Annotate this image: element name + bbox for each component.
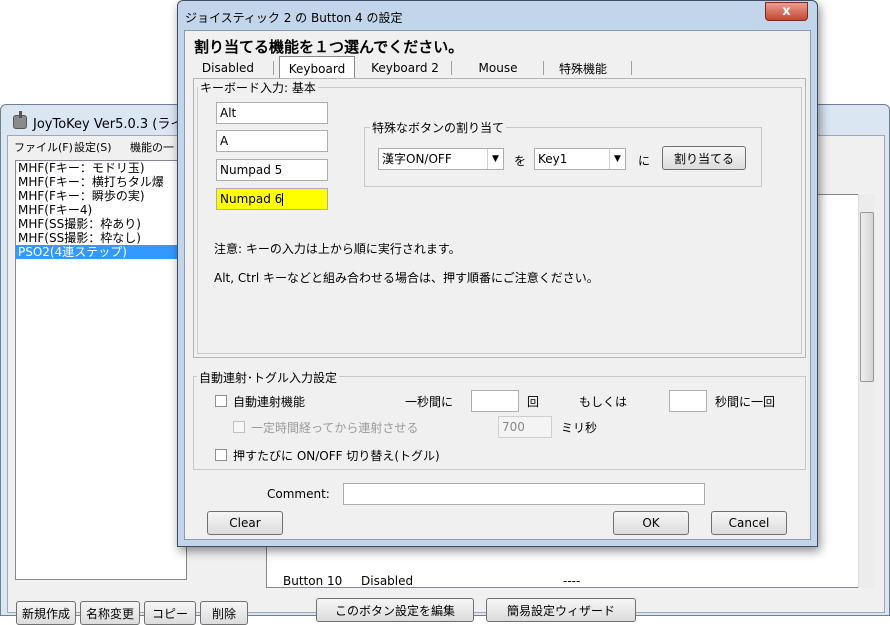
ms-label: ミリ秒 [561,421,598,435]
seconds-interval-input[interactable] [669,390,707,412]
button-settings-dialog: ジョイスティック 2 の Button 4 の設定 x 割り当てる機能を１つ選ん… [177,0,818,547]
key-field-3[interactable]: Numpad 5 [216,159,328,181]
special-key-dropdown-value: 漢字ON/OFF [382,152,452,166]
keyboard-tab-panel: キーボード入力: 基本 Alt A Numpad 5 Numpad 6 特殊なボ… [193,78,806,358]
chevron-down-icon[interactable]: ▼ [609,149,625,169]
tab-separator [451,61,452,75]
list-scrollbar[interactable] [858,194,875,588]
special-wo-label: を [514,154,527,168]
auto-fire-checkbox[interactable] [215,395,227,407]
ok-button[interactable]: OK [613,511,689,535]
target-key-dropdown[interactable]: Key1 ▼ [534,148,626,170]
auto-fire-label: 自動連射機能 [233,395,306,409]
toggle-label: 押すたびに ON/OFF 切り替え(トグル) [233,449,440,463]
keyboard-group-label: キーボード入力: 基本 [198,79,318,96]
note-order: 注意: キーの入力は上から順に実行されます。 [214,242,461,256]
list-row-assignment: Disabled [361,574,414,588]
assign-button[interactable]: 割り当てる [662,146,746,170]
comment-input[interactable] [343,483,705,505]
close-icon[interactable]: x [765,2,808,21]
chevron-down-icon[interactable]: ▼ [487,149,503,169]
special-ni-label: に [638,154,651,168]
menu-functions[interactable]: 機能の一 [130,139,174,155]
delay-fire-checkbox[interactable] [233,421,245,433]
times-per-second-input[interactable] [471,390,519,412]
toggle-checkbox[interactable] [215,449,227,461]
special-assign-group-label: 特殊なボタンの割り当て [370,119,507,136]
tab-keyboard[interactable]: Keyboard [279,56,355,80]
target-key-dropdown-value: Key1 [538,152,568,166]
seconds-per-label: 秒間に一回 [715,395,776,409]
comment-label: Comment: [267,487,330,501]
profile-item[interactable]: MHF(Fキー4) [16,203,186,217]
joystick-app-icon [13,111,27,129]
clear-button[interactable]: Clear [207,511,283,535]
menu-settings[interactable]: 設定(S) [74,139,112,155]
times-label: 回 [527,395,540,409]
key-field-2[interactable]: A [216,130,328,152]
delay-ms-input[interactable]: 700 [498,416,552,438]
menu-file[interactable]: ファイル(F) [14,139,73,155]
delay-fire-label: 一定時間経ってから連射させる [251,421,419,435]
or-label: もしくは [579,395,628,409]
copy-profile-button[interactable]: コピー [144,601,196,625]
tab-special-functions[interactable]: 特殊機能 [547,57,619,79]
scrollbar-thumb[interactable] [860,212,874,382]
tab-disabled[interactable]: Disabled [199,57,257,79]
setup-wizard-button[interactable]: 簡易設定ウィザード [486,598,636,622]
delete-profile-button[interactable]: 削除 [200,601,248,625]
key-field-1[interactable]: Alt [216,102,328,124]
edit-button-setting-button[interactable]: このボタン設定を編集 [316,598,474,622]
tab-separator [543,61,544,75]
key-field-4[interactable]: Numpad 6 [216,188,328,210]
dialog-client: 割り当てる機能を１つ選んでください。 Disabled Keyboard Key… [184,30,811,540]
tab-keyboard-2[interactable]: Keyboard 2 [367,57,443,79]
profile-item-selected[interactable]: PSO2(4連ステップ) [16,245,186,259]
list-row-button: Button 10 [283,574,343,588]
tab-separator [273,61,274,75]
tab-separator [631,61,632,75]
list-row-value: ---- [563,574,581,588]
profile-list[interactable]: MHF(Fキー：モドリ玉) MHF(Fキー：横打ちタル爆 MHF(Fキー：瞬歩の… [15,160,187,580]
main-window-title: JoyToKey Ver5.0.3 (ライ [33,117,184,132]
auto-fire-group-label: 自動連射･トグル入力設定 [197,369,340,386]
rename-profile-button[interactable]: 名称変更 [80,601,140,625]
dialog-title: ジョイスティック 2 の Button 4 の設定 [185,11,403,25]
profile-item[interactable]: MHF(SS撮影：枠あり) [16,217,186,231]
key-field-4-value: Numpad 6 [220,192,283,206]
tab-mouse[interactable]: Mouse [461,57,535,79]
note-modifier: Alt, Ctrl キーなどと組み合わせる場合は、押す順番にご注意ください。 [214,271,599,285]
dialog-heading: 割り当てる機能を１つ選んでください。 [194,38,464,56]
profile-item[interactable]: MHF(Fキー：モドリ玉) [16,161,186,175]
profile-item[interactable]: MHF(SS撮影：枠なし) [16,231,186,245]
cancel-button[interactable]: Cancel [711,511,787,535]
text-caret [282,193,284,206]
per-second-label: 一秒間に [405,395,454,409]
new-profile-button[interactable]: 新規作成 [16,601,76,625]
profile-item[interactable]: MHF(Fキー：横打ちタル爆 [16,175,186,189]
profile-item[interactable]: MHF(Fキー：瞬歩の実) [16,189,186,203]
special-key-dropdown[interactable]: 漢字ON/OFF ▼ [378,148,504,170]
